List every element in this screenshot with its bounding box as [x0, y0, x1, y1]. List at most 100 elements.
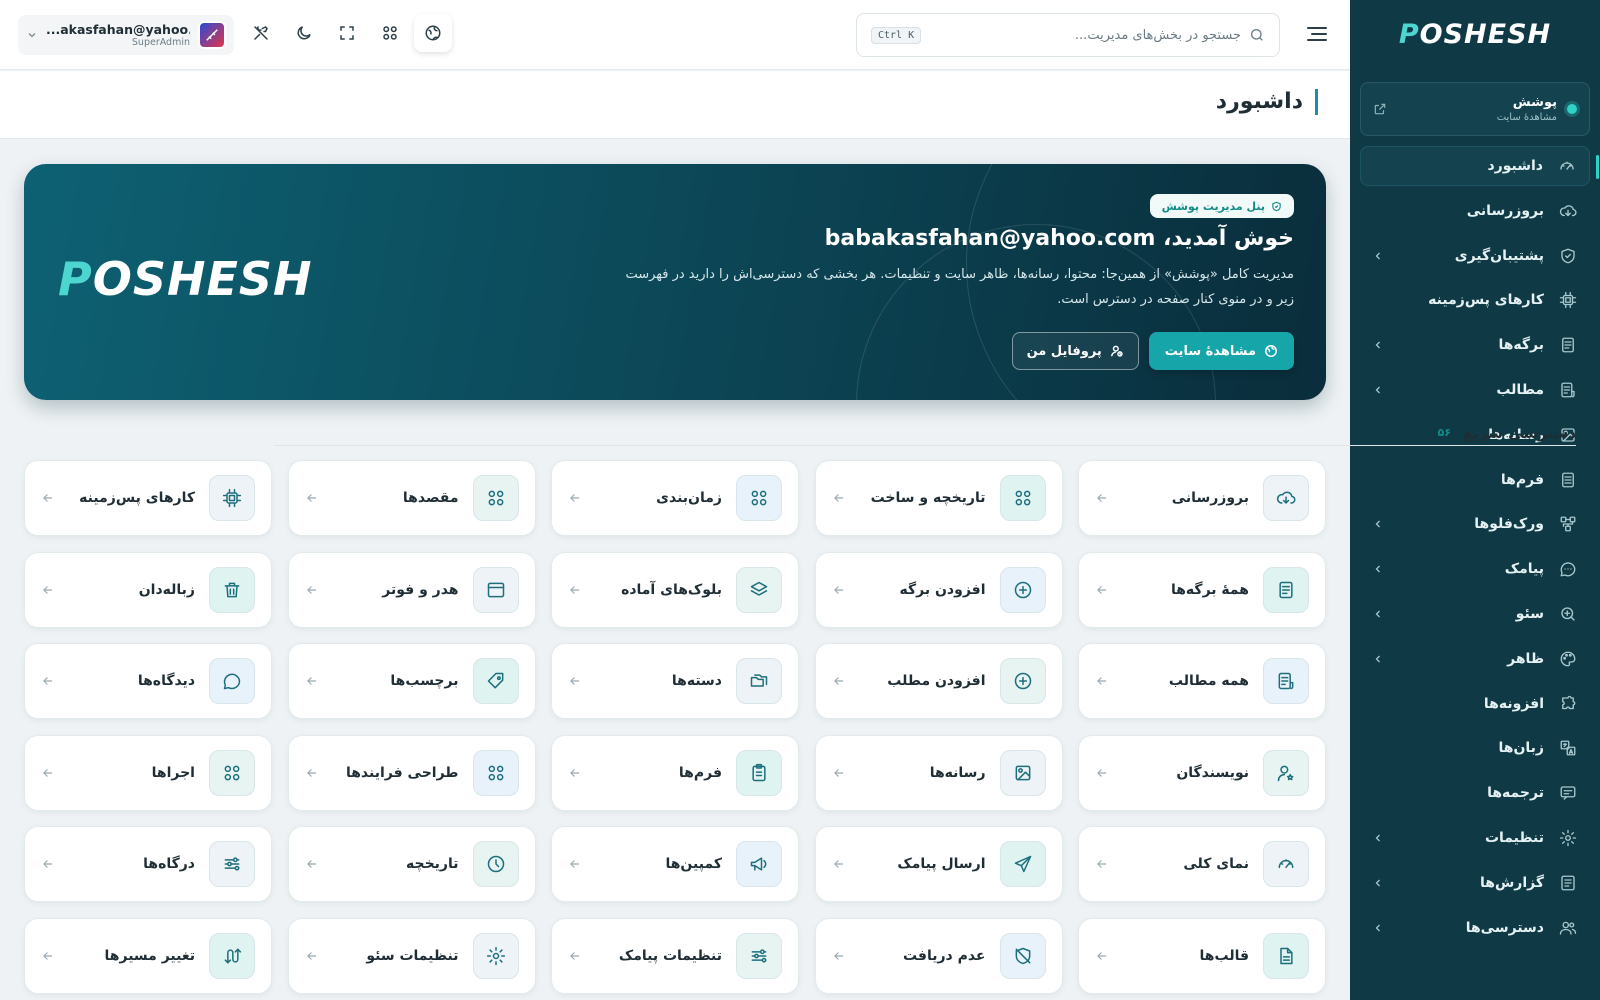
- quick-access-tile[interactable]: قالب‌ها: [1078, 917, 1326, 994]
- tile-label: نمای کلی: [1183, 856, 1249, 872]
- quick-access-tile[interactable]: درگاه‌ها: [24, 826, 272, 902]
- sidebar-item-1[interactable]: بروزرسانی: [1360, 191, 1590, 231]
- plus-circle-icon: [999, 658, 1046, 704]
- arrow-left-icon: [41, 949, 55, 963]
- view-site-globe-button[interactable]: [414, 14, 452, 52]
- tile-label: افزودن مطلب: [887, 673, 986, 689]
- quick-access-tile[interactable]: ارسال پیامک: [814, 826, 1063, 902]
- sidebar-item-7[interactable]: فرم‌ها: [1360, 460, 1590, 500]
- sidebar-item-3[interactable]: کارهای پس‌زمینه: [1360, 280, 1590, 320]
- quick-access-tile[interactable]: بلوک‌های آماده: [551, 551, 799, 628]
- quick-access-tile[interactable]: افزودن برگه: [814, 551, 1063, 628]
- quick-access-tile[interactable]: برچسب‌ها: [287, 643, 536, 719]
- sidebar-item-12[interactable]: افزونه‌ها: [1360, 684, 1590, 724]
- palette-icon: [1558, 649, 1578, 669]
- report-icon: [1558, 873, 1578, 893]
- quick-access-tile[interactable]: دیدگاه‌ها: [24, 643, 272, 719]
- quick-access-tile[interactable]: کارهای پس‌زمینه: [24, 460, 272, 536]
- arrow-left-icon: [305, 949, 319, 963]
- quick-access-tile[interactable]: تاریخچه: [287, 826, 536, 902]
- sidebar-item-11[interactable]: ظاهر: [1360, 639, 1590, 679]
- quick-access-tile[interactable]: دسته‌ها: [551, 643, 799, 719]
- brand-logo[interactable]: P OSHESH: [1350, 0, 1600, 68]
- quick-access-tile[interactable]: کمپین‌ها: [551, 826, 799, 902]
- welcome-description: مدیریت کامل «پوشش» از همین‌جا: محتوا، رس…: [625, 267, 1294, 307]
- quick-access-tile[interactable]: تاریخچه و ساخت: [814, 460, 1063, 536]
- sidebar-item-14[interactable]: ترجمه‌ها: [1360, 773, 1590, 813]
- view-site-button[interactable]: مشاهدهٔ سایت: [1148, 332, 1294, 370]
- sidebar-item-17[interactable]: دسترسی‌ها: [1360, 908, 1590, 948]
- quick-access-tile[interactable]: نمای کلی: [1078, 826, 1326, 902]
- tile-label: تنظیمات پیامک: [618, 947, 722, 964]
- quick-access-tile[interactable]: اجراها: [24, 734, 272, 811]
- arrow-left-icon: [305, 491, 319, 505]
- chevron-left-icon: [1372, 518, 1386, 530]
- arrow-left-icon: [1095, 857, 1109, 871]
- user-menu[interactable]: ...akasfahan@yahoo.com SuperAdmin: [18, 15, 234, 55]
- quick-access-tile[interactable]: تنظیمات پیامک: [551, 917, 799, 994]
- quick-access-tile[interactable]: طراحی فرایندها: [287, 734, 536, 811]
- sidebar-item-4[interactable]: برگه‌ها: [1360, 325, 1590, 365]
- panel-badge-label: پنل مدیریت پوشش: [1161, 199, 1265, 213]
- fullscreen-button[interactable]: [328, 14, 366, 52]
- arrow-left-icon: [832, 491, 846, 505]
- tile-label: زمان‌بندی: [656, 490, 722, 506]
- sidebar-item-15[interactable]: تنظیمات: [1360, 818, 1590, 858]
- tools-button[interactable]: [242, 14, 280, 52]
- sidebar-item-2[interactable]: پشتیبان‌گیری: [1360, 236, 1590, 276]
- chevron-left-icon: [1372, 563, 1386, 575]
- search-input[interactable]: [929, 27, 1241, 43]
- puzzle-icon: [1558, 694, 1578, 714]
- tag-icon: [472, 658, 519, 704]
- sidebar-item-13[interactable]: زبان‌ها: [1360, 728, 1590, 768]
- sidebar-item-5[interactable]: مطالب: [1360, 370, 1590, 410]
- chevron-left-icon: [1372, 608, 1386, 620]
- quick-access-title: دسترسی سریع: [1462, 423, 1576, 442]
- quick-access-tile[interactable]: رسانه‌ها: [814, 734, 1063, 811]
- quick-access-tile[interactable]: زمان‌بندی: [551, 460, 799, 536]
- quick-access-grid: بروزرسانی تاریخچه و ساخت زمان‌بندی مقصدها کا…: [24, 460, 1326, 994]
- tile-label: بلوک‌های آماده: [621, 581, 722, 598]
- user-role: SuperAdmin: [131, 37, 190, 48]
- apps-button[interactable]: [371, 14, 409, 52]
- quick-access-tile[interactable]: مقصدها: [287, 460, 536, 536]
- sidebar-item-label: پیامک: [1504, 561, 1544, 578]
- quick-access-tile[interactable]: افزودن مطلب: [814, 643, 1063, 719]
- grid-icon: [999, 475, 1046, 521]
- tile-label: مقصدها: [402, 490, 459, 506]
- topbar: Ctrl K ...akasfahan@yahoo.com SuperAdmin: [0, 0, 1350, 70]
- dark-mode-button[interactable]: [285, 14, 323, 52]
- search-box[interactable]: Ctrl K: [856, 13, 1280, 57]
- view-site-card[interactable]: پوشش مشاهدهٔ سایت: [1360, 82, 1590, 136]
- users-icon: [1558, 918, 1578, 938]
- tile-label: زباله‌دان: [138, 581, 195, 598]
- sidebar-item-16[interactable]: گزارش‌ها: [1360, 863, 1590, 903]
- quick-access-tile[interactable]: عدم دریافت: [814, 917, 1063, 994]
- page-icon: [1558, 335, 1578, 355]
- toolbar-icons: [242, 14, 452, 52]
- arrow-left-icon: [1095, 674, 1109, 688]
- quick-access-tile[interactable]: تغییر مسیرها: [24, 917, 272, 994]
- my-profile-button[interactable]: پروفایل من: [1011, 332, 1139, 370]
- quick-access-tile[interactable]: همهٔ برگه‌ها: [1078, 551, 1326, 628]
- user-star-icon: [1263, 749, 1309, 796]
- tile-label: درگاه‌ها: [143, 856, 195, 872]
- tile-label: قالب‌ها: [1199, 947, 1249, 964]
- arrow-left-icon: [832, 766, 846, 780]
- sidebar-item-9[interactable]: پیامک: [1360, 549, 1590, 589]
- quick-access-tile[interactable]: نویسندگان: [1078, 734, 1326, 811]
- sidebar-item-8[interactable]: ورک‌فلوها: [1360, 504, 1590, 544]
- quick-access-tile[interactable]: هدر و فوتر: [287, 551, 536, 628]
- sidebar-item-0[interactable]: داشبورد: [1360, 146, 1599, 186]
- quick-access-tile[interactable]: زباله‌دان: [24, 551, 272, 628]
- menu-toggle-button[interactable]: [1306, 24, 1328, 44]
- sidebar-item-10[interactable]: سئو: [1360, 594, 1590, 634]
- moon-icon: [297, 26, 311, 40]
- sidebar-item-label: تنظیمات: [1484, 829, 1544, 846]
- quick-access-tile[interactable]: تنظیمات سئو: [287, 917, 536, 994]
- quick-access-tile[interactable]: همه مطالب: [1078, 643, 1326, 719]
- user-email: ...akasfahan@yahoo.com: [46, 22, 190, 37]
- quick-access-tile[interactable]: فرم‌ها: [551, 734, 799, 811]
- quick-access-tile[interactable]: بروزرسانی: [1078, 460, 1326, 536]
- cloud-download-icon: [1263, 475, 1309, 521]
